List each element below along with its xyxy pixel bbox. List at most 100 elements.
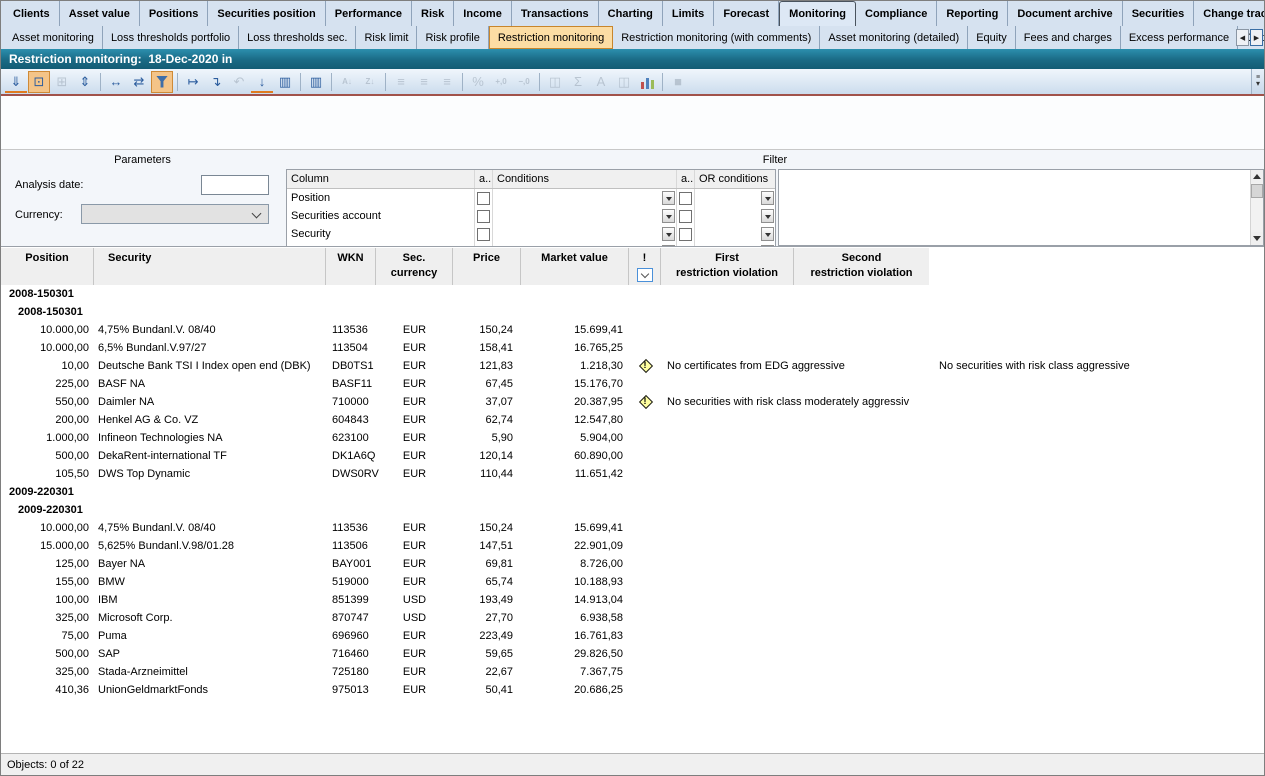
toolbar-overflow-button[interactable] [1251, 69, 1264, 94]
toolbar-separator [539, 73, 540, 91]
scroll-down-icon[interactable] [1251, 232, 1263, 245]
header-sec-currency[interactable]: Sec.currency [376, 248, 453, 285]
shift-down-icon[interactable]: ↴ [205, 71, 227, 93]
cell-security: Infineon Technologies NA [98, 429, 223, 447]
subtab-asset-monitoring-detailed[interactable]: Asset monitoring (detailed) [820, 26, 968, 49]
tab-reporting[interactable]: Reporting [937, 1, 1008, 26]
subtab-risk-profile[interactable]: Risk profile [417, 26, 488, 49]
scrollbar-thumb[interactable] [1251, 184, 1263, 198]
scroll-up-icon[interactable] [1251, 170, 1263, 183]
table-row[interactable]: 550,00Daimler NA710000EUR37,0720.387,95!… [1, 393, 1264, 411]
tab-compliance[interactable]: Compliance [856, 1, 937, 26]
scroll-left-button[interactable]: ◀ [1236, 29, 1249, 46]
dropdown-arrow-icon[interactable] [662, 191, 675, 205]
group-row[interactable]: 2008-150301 [1, 285, 1264, 303]
tab-risk[interactable]: Risk [412, 1, 454, 26]
shift-right-icon[interactable]: ↦ [182, 71, 204, 93]
table-row[interactable]: 200,00Henkel AG & Co. VZ604843EUR62,7412… [1, 411, 1264, 429]
auto-size-icon[interactable]: ↔ [105, 71, 127, 93]
cell-currency: EUR [376, 411, 453, 429]
table-row[interactable]: 10.000,006,5% Bundanl.V.97/27113504EUR15… [1, 339, 1264, 357]
header-price[interactable]: Price [453, 248, 521, 285]
dropdown-arrow-icon[interactable] [662, 227, 675, 241]
header-first-violation[interactable]: Firstrestriction violation [661, 248, 794, 285]
header-wkn[interactable]: WKN [326, 248, 376, 285]
dropdown-arrow-icon[interactable] [761, 191, 774, 205]
filter-scrollbar[interactable] [1250, 170, 1263, 245]
tab-income[interactable]: Income [454, 1, 512, 26]
table-row[interactable]: 105,50DWS Top DynamicDWS0RVEUR110,4411.6… [1, 465, 1264, 483]
subtab-asset-monitoring[interactable]: Asset monitoring [4, 26, 103, 49]
subtab-loss-thresholds-sec[interactable]: Loss thresholds sec. [239, 26, 356, 49]
group-row[interactable]: 2008-150301 [1, 303, 1264, 321]
checkbox[interactable] [477, 210, 490, 223]
tab-monitoring[interactable]: Monitoring [779, 1, 856, 26]
checkbox[interactable] [679, 210, 692, 223]
column-settings-icon: ◫ [613, 71, 635, 93]
tab-performance[interactable]: Performance [326, 1, 412, 26]
warning-diamond-icon: ! [638, 394, 652, 408]
table-row[interactable]: 500,00SAP716460EUR59,6529.826,50 [1, 645, 1264, 663]
subtab-loss-thresholds-portfolio[interactable]: Loss thresholds portfolio [103, 26, 239, 49]
table-row[interactable]: 410,36UnionGeldmarktFonds975013EUR50,412… [1, 681, 1264, 699]
subtab-restriction-monitoring[interactable]: Restriction monitoring [489, 26, 613, 49]
cell-currency: EUR [376, 645, 453, 663]
table-row[interactable]: 1.000,00Infineon Technologies NA623100EU… [1, 429, 1264, 447]
table-row[interactable]: 325,00Microsoft Corp.870747USD27,706.938… [1, 609, 1264, 627]
analysis-date-input[interactable] [201, 175, 269, 195]
swap-icon[interactable]: ⇄ [128, 71, 150, 93]
dropdown-arrow-icon[interactable] [761, 227, 774, 241]
table-row[interactable]: 225,00BASF NABASF11EUR67,4515.176,70 [1, 375, 1264, 393]
table-row[interactable]: 10,00Deutsche Bank TSI I Index open end … [1, 357, 1264, 375]
drilldown-icon[interactable]: ↓ [251, 73, 273, 93]
export-icon[interactable]: ⇓ [5, 73, 27, 93]
group-row[interactable]: 2009-220301 [1, 483, 1264, 501]
scroll-right-button[interactable]: ▶ [1250, 29, 1263, 46]
hierarchy-icon[interactable]: ▥ [274, 71, 296, 93]
table-row[interactable]: 125,00Bayer NABAY001EUR69,818.726,00 [1, 555, 1264, 573]
tab-limits[interactable]: Limits [663, 1, 714, 26]
subtab-fees-and-charges[interactable]: Fees and charges [1016, 26, 1121, 49]
checkbox[interactable] [679, 192, 692, 205]
table-row[interactable]: 325,00Stada-Arzneimittel725180EUR22,677.… [1, 663, 1264, 681]
cell-wkn: 623100 [332, 429, 369, 447]
subtab-risk-limit[interactable]: Risk limit [356, 26, 417, 49]
header-security[interactable]: Security [94, 248, 326, 285]
header-warning[interactable]: ! [629, 248, 661, 285]
tab-document-archive[interactable]: Document archive [1008, 1, 1122, 26]
filter-icon[interactable] [151, 71, 173, 93]
tab-forecast[interactable]: Forecast [714, 1, 779, 26]
tab-charting[interactable]: Charting [599, 1, 663, 26]
table-row[interactable]: 15.000,005,625% Bundanl.V.98/01.28113506… [1, 537, 1264, 555]
header-market-value[interactable]: Market value [521, 248, 629, 285]
checkbox[interactable] [477, 228, 490, 241]
tab-change-tracking[interactable]: Change tracking [1194, 1, 1265, 26]
subtab-excess-performance[interactable]: Excess performance [1121, 26, 1238, 49]
tab-transactions[interactable]: Transactions [512, 1, 599, 26]
freeze-columns-icon[interactable]: ▥ [305, 71, 327, 93]
tab-securities-position[interactable]: Securities position [208, 1, 325, 26]
header-second-violation[interactable]: Secondrestriction violation [794, 248, 929, 285]
chart-icon[interactable] [636, 71, 658, 93]
dropdown-arrow-icon[interactable] [761, 209, 774, 223]
subtab-equity[interactable]: Equity [968, 26, 1016, 49]
tab-clients[interactable]: Clients [4, 1, 60, 26]
fit-view-icon[interactable]: ⊡ [28, 71, 50, 93]
expand-rows-icon[interactable]: ⇕ [74, 71, 96, 93]
dropdown-arrow-icon[interactable] [662, 209, 675, 223]
tab-positions[interactable]: Positions [140, 1, 209, 26]
table-row[interactable]: 100,00IBM851399USD193,4914.913,04 [1, 591, 1264, 609]
subtab-restriction-monitoring-with-comments[interactable]: Restriction monitoring (with comments) [613, 26, 820, 49]
checkbox[interactable] [679, 228, 692, 241]
table-row[interactable]: 10.000,004,75% Bundanl.V. 08/40113536EUR… [1, 519, 1264, 537]
header-position[interactable]: Position [1, 248, 94, 285]
table-row[interactable]: 10.000,004,75% Bundanl.V. 08/40113536EUR… [1, 321, 1264, 339]
table-row[interactable]: 155,00BMW519000EUR65,7410.188,93 [1, 573, 1264, 591]
warning-filter-dropdown[interactable] [637, 268, 653, 282]
table-row[interactable]: 500,00DekaRent-international TFDK1A6QEUR… [1, 447, 1264, 465]
table-row[interactable]: 75,00Puma696960EUR223,4916.761,83 [1, 627, 1264, 645]
checkbox[interactable] [477, 192, 490, 205]
group-row[interactable]: 2009-220301 [1, 501, 1264, 519]
tab-asset-value[interactable]: Asset value [60, 1, 140, 26]
tab-securities[interactable]: Securities [1123, 1, 1195, 26]
